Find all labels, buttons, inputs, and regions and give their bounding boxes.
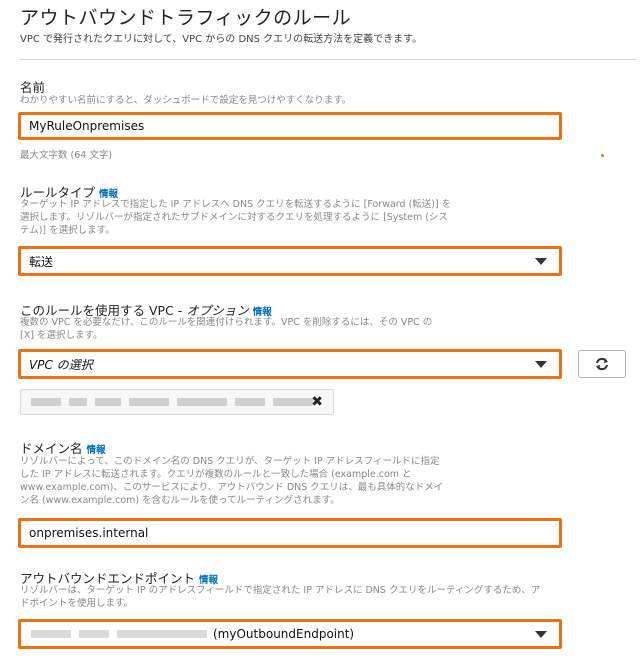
vpc-help: 複数の VPC を必要なだけ、このルールを関連付けられます。VPC を削除するに… bbox=[20, 317, 433, 341]
redacted-text bbox=[273, 398, 313, 406]
refresh-button[interactable] bbox=[578, 350, 626, 378]
redacted-text bbox=[235, 398, 265, 406]
domain-label-text: ドメイン名 bbox=[20, 441, 83, 456]
refresh-icon bbox=[596, 357, 608, 371]
chevron-down-icon bbox=[535, 631, 547, 638]
domain-input-value: onpremises.internal bbox=[29, 526, 149, 540]
domain-input[interactable]: onpremises.internal bbox=[18, 518, 562, 548]
redacted-endpoint-id bbox=[21, 619, 211, 649]
name-char-limit: 最大文字数 (64 文字) bbox=[20, 150, 113, 161]
redacted-text bbox=[129, 398, 169, 406]
close-icon[interactable]: ✖ bbox=[311, 394, 323, 410]
domain-help: リゾルバーによって、このドメイン名の DNS クエリが、ターゲット IP アドレ… bbox=[20, 456, 444, 506]
redacted-text bbox=[95, 398, 121, 406]
selected-vpc-token: ✖ bbox=[20, 389, 334, 415]
decorative-dot bbox=[601, 154, 604, 157]
page-subtitle: VPC で発行されたクエリに対して、VPC からの DNS クエリの転送方法を定… bbox=[20, 34, 423, 45]
divider bbox=[20, 59, 636, 60]
redacted-text bbox=[69, 398, 87, 406]
redacted-text bbox=[177, 398, 227, 406]
name-input-value: MyRuleOnpremises bbox=[29, 119, 145, 133]
rule-type-selected-value: 転送 bbox=[29, 254, 54, 269]
page-title: アウトバウンドトラフィックのルール bbox=[20, 7, 352, 29]
vpc-select-placeholder: VPC の選択 bbox=[29, 357, 93, 372]
rule-type-select[interactable]: 転送 bbox=[18, 246, 562, 276]
chevron-down-icon bbox=[535, 258, 547, 265]
name-input[interactable]: MyRuleOnpremises bbox=[18, 112, 562, 140]
name-help: わかりやすい名前にすると、ダッシュボードで設定を見つけやすくなります。 bbox=[20, 95, 352, 106]
chevron-down-icon bbox=[535, 361, 547, 368]
vpc-select[interactable]: VPC の選択 bbox=[18, 349, 562, 379]
redacted-text bbox=[31, 398, 61, 406]
rule-type-help: ターゲット IP アドレスで指定した IP アドレスへ DNS クエリを転送する… bbox=[20, 199, 452, 236]
endpoint-help: リゾルバーは、ターゲット IP のアドレスフィールドで指定された IP アドレス… bbox=[20, 585, 541, 609]
endpoint-selected-value: (myOutboundEndpoint) bbox=[213, 627, 355, 641]
endpoint-select[interactable]: (myOutboundEndpoint) bbox=[18, 619, 562, 649]
